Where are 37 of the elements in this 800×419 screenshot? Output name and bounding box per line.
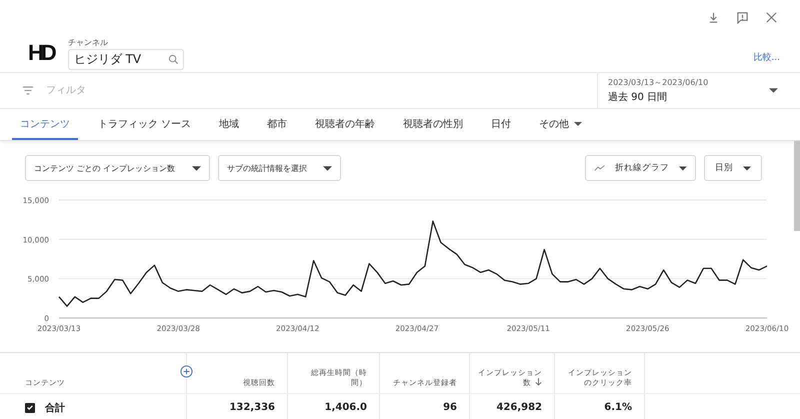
tab[interactable]: 都市 [259,109,296,140]
feedback-icon[interactable] [736,10,749,24]
dropdown-button[interactable]: 折れ線グラフ [585,155,696,181]
caret-icon [323,166,332,170]
table-cell: 132,336 [229,402,275,413]
scrollbar-thumb[interactable] [794,141,800,231]
table-cell: 1,406.0 [324,402,367,413]
caret-icon [679,166,687,170]
download-icon[interactable] [707,10,720,24]
compare-link[interactable]: 比較... [753,50,780,64]
line-chart-icon [594,164,606,172]
dropdown-button[interactable]: サブの統計情報を選択 [218,155,341,181]
close-icon[interactable] [765,10,778,24]
channel-logo: HD [28,40,54,66]
tab[interactable]: その他 [531,109,590,140]
table-cell-text: 合計 [45,402,65,414]
dropdown-button[interactable]: 日別 [704,155,762,181]
tab[interactable]: 視聴者の年齢 [307,109,384,140]
channel-field[interactable]: ヒジリダ TV [68,48,184,70]
add-column-icon[interactable] [180,365,193,378]
tab[interactable]: 日付 [483,109,520,140]
search-icon[interactable] [168,54,179,64]
tab[interactable]: トラフィック ソース [90,109,200,140]
tab[interactable]: 地域 [211,109,248,140]
channel-label: チャンネル [68,36,109,48]
date-range-picker[interactable]: 2023/03/13～2023/06/10 過去 90 日間 [597,73,800,108]
caret-icon [743,166,751,170]
caret-icon [192,166,201,170]
checkbox[interactable] [25,402,35,412]
filter-icon[interactable] [22,86,34,95]
table-cell: 96 [443,402,457,413]
tab[interactable]: 視聴者の性別 [395,109,472,140]
dropdown-button[interactable]: コンテンツ ごとの インプレッション数 [25,155,210,181]
caret-icon [769,88,778,93]
tab[interactable]: コンテンツ [12,109,78,140]
table-cell: 426,982 [496,402,542,413]
table-cell: 6.1% [604,402,632,413]
